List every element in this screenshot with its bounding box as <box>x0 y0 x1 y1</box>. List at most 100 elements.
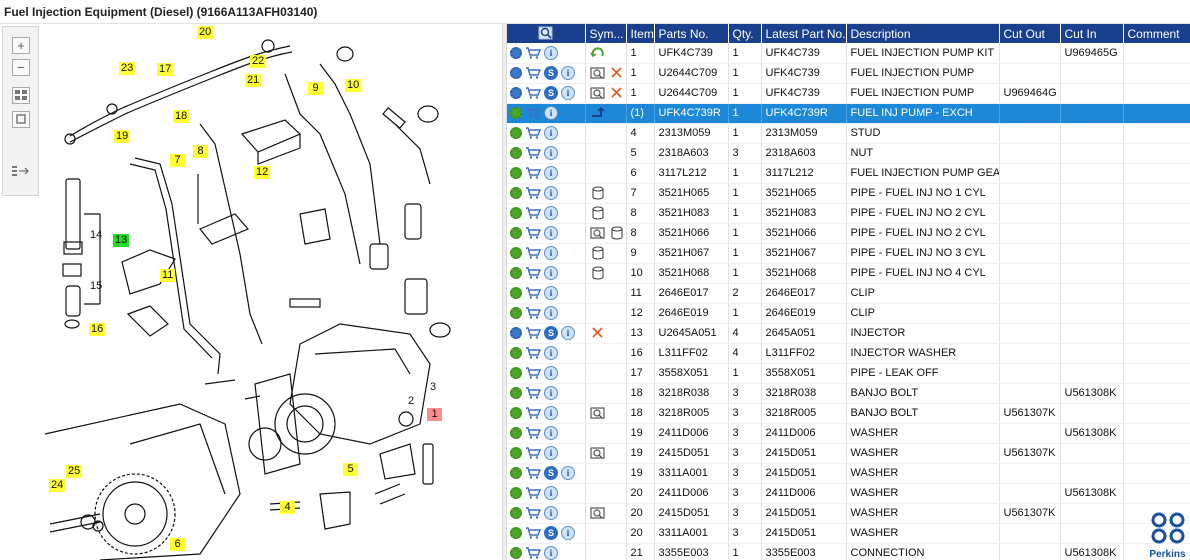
info-icon[interactable]: i <box>544 186 558 200</box>
info-icon[interactable]: i <box>544 366 558 380</box>
cell-cut-out[interactable] <box>999 483 1061 504</box>
cell-latest-part-no[interactable]: 2415D051 <box>761 463 847 484</box>
cell-comment[interactable] <box>1123 103 1190 124</box>
cell-parts-no[interactable]: 3558X051 <box>654 363 729 384</box>
cell-cut-out[interactable] <box>999 363 1061 384</box>
cylinder-icon[interactable] <box>590 186 606 200</box>
delete-icon[interactable] <box>609 86 625 100</box>
cell-parts-no[interactable]: 3521H068 <box>654 263 729 284</box>
cell-description[interactable]: WASHER <box>846 423 1000 444</box>
cart-icon[interactable] <box>525 307 541 319</box>
cell-latest-part-no[interactable]: 3521H083 <box>761 203 847 224</box>
cell-qty[interactable]: 1 <box>728 203 762 224</box>
table-row[interactable]: Si 1 U2644C709 1 UFK4C739 FUEL INJECTION PUMP <box>507 63 1190 84</box>
cell-symbol[interactable] <box>585 243 627 264</box>
cart-icon[interactable] <box>525 467 541 479</box>
callout-8[interactable]: 8 <box>193 145 208 158</box>
cell-cut-out[interactable]: U561307K <box>999 403 1061 424</box>
cell-item[interactable]: 19 <box>626 463 655 484</box>
cell-item[interactable]: (1) <box>626 103 655 124</box>
info-icon[interactable]: i <box>544 506 558 520</box>
cell-comment[interactable] <box>1123 403 1190 424</box>
column-header-qty[interactable]: Qty. <box>728 24 762 43</box>
service-icon[interactable]: S <box>544 466 558 480</box>
callout-16[interactable]: 16 <box>89 323 106 336</box>
cell-description[interactable]: WASHER <box>846 443 1000 464</box>
cell-comment[interactable] <box>1123 183 1190 204</box>
cell-symbol[interactable] <box>585 363 627 384</box>
cell-comment[interactable] <box>1123 163 1190 184</box>
cell-description[interactable]: CLIP <box>846 303 1000 324</box>
cart-icon[interactable] <box>525 147 541 159</box>
cell-comment[interactable] <box>1123 363 1190 384</box>
cart-icon[interactable] <box>525 207 541 219</box>
cell-latest-part-no[interactable]: 2645A051 <box>761 323 847 344</box>
cell-latest-part-no[interactable]: 3521H068 <box>761 263 847 284</box>
cell-cut-out[interactable] <box>999 243 1061 264</box>
info-icon[interactable]: i <box>561 66 575 80</box>
cell-cut-out[interactable] <box>999 323 1061 344</box>
cell-parts-no[interactable]: UFK4C739 <box>654 43 729 64</box>
gear-icon[interactable] <box>510 187 522 199</box>
cell-cut-in[interactable] <box>1060 123 1124 144</box>
column-header-cut-out[interactable]: Cut Out <box>999 24 1061 43</box>
cell-actions[interactable]: i <box>507 343 586 364</box>
callout-9[interactable]: 9 <box>308 82 323 95</box>
cell-cut-in[interactable] <box>1060 163 1124 184</box>
cell-cut-in[interactable]: U969465G <box>1060 43 1124 64</box>
cell-latest-part-no[interactable]: L311FF02 <box>761 343 847 364</box>
illustration-icon[interactable] <box>589 226 606 240</box>
cell-cut-in[interactable] <box>1060 183 1124 204</box>
cart-icon[interactable] <box>525 447 541 459</box>
cell-cut-in[interactable] <box>1060 263 1124 284</box>
cell-latest-part-no[interactable]: UFK4C739R <box>761 103 847 124</box>
cell-cut-out[interactable] <box>999 523 1061 544</box>
cell-item[interactable]: 1 <box>626 63 655 84</box>
gear-icon[interactable] <box>510 487 522 499</box>
table-row[interactable]: Si 20 3311A001 3 2415D051 WASHER <box>507 523 1190 544</box>
cell-description[interactable]: CLIP <box>846 283 1000 304</box>
cell-description[interactable]: FUEL INJECTION PUMP <box>846 83 1000 104</box>
cell-latest-part-no[interactable]: 3521H065 <box>761 183 847 204</box>
cell-latest-part-no[interactable]: 2415D051 <box>761 523 847 544</box>
service-icon[interactable]: S <box>544 66 558 80</box>
cylinder-icon[interactable] <box>590 206 606 220</box>
info-icon[interactable]: i <box>561 466 575 480</box>
cell-latest-part-no[interactable]: 3521H067 <box>761 243 847 264</box>
cart-icon[interactable] <box>525 427 541 439</box>
cell-parts-no[interactable]: 2318A603 <box>654 143 729 164</box>
cell-parts-no[interactable]: 3355E003 <box>654 543 729 560</box>
cell-latest-part-no[interactable]: 2415D051 <box>761 443 847 464</box>
cell-item[interactable]: 21 <box>626 543 655 560</box>
cell-symbol[interactable] <box>585 383 627 404</box>
illustration-icon[interactable] <box>589 406 606 420</box>
cart-icon[interactable] <box>525 327 541 339</box>
cart-icon[interactable] <box>525 247 541 259</box>
cell-description[interactable]: WASHER <box>846 523 1000 544</box>
cart-icon[interactable] <box>525 187 541 199</box>
cell-actions[interactable]: i <box>507 243 586 264</box>
cell-qty[interactable]: 1 <box>728 543 762 560</box>
cell-qty[interactable]: 4 <box>728 343 762 364</box>
info-icon[interactable]: i <box>561 526 575 540</box>
cell-item[interactable]: 17 <box>626 363 655 384</box>
cell-item[interactable]: 9 <box>626 243 655 264</box>
cell-qty[interactable]: 3 <box>728 403 762 424</box>
cell-latest-part-no[interactable]: 2411D006 <box>761 423 847 444</box>
table-row[interactable]: i 19 2415D051 3 2415D051 WASHER U561307K <box>507 443 1190 464</box>
table-row[interactable]: i 8 3521H066 1 3521H066 PIPE - FUEL INJ NO 2 … <box>507 223 1190 244</box>
cell-cut-in[interactable]: U561308K <box>1060 543 1124 560</box>
cylinder-icon[interactable] <box>590 246 606 260</box>
cart-icon[interactable] <box>525 387 541 399</box>
info-icon[interactable]: i <box>544 206 558 220</box>
cell-cut-out[interactable] <box>999 183 1061 204</box>
cell-item[interactable]: 19 <box>626 443 655 464</box>
cell-cut-out[interactable] <box>999 463 1061 484</box>
cell-comment[interactable] <box>1123 283 1190 304</box>
cart-icon[interactable] <box>525 47 541 59</box>
cell-comment[interactable] <box>1123 323 1190 344</box>
callout-12[interactable]: 12 <box>254 166 271 179</box>
cell-parts-no[interactable]: 3521H083 <box>654 203 729 224</box>
gear-icon[interactable] <box>510 427 522 439</box>
cell-cut-in[interactable] <box>1060 323 1124 344</box>
